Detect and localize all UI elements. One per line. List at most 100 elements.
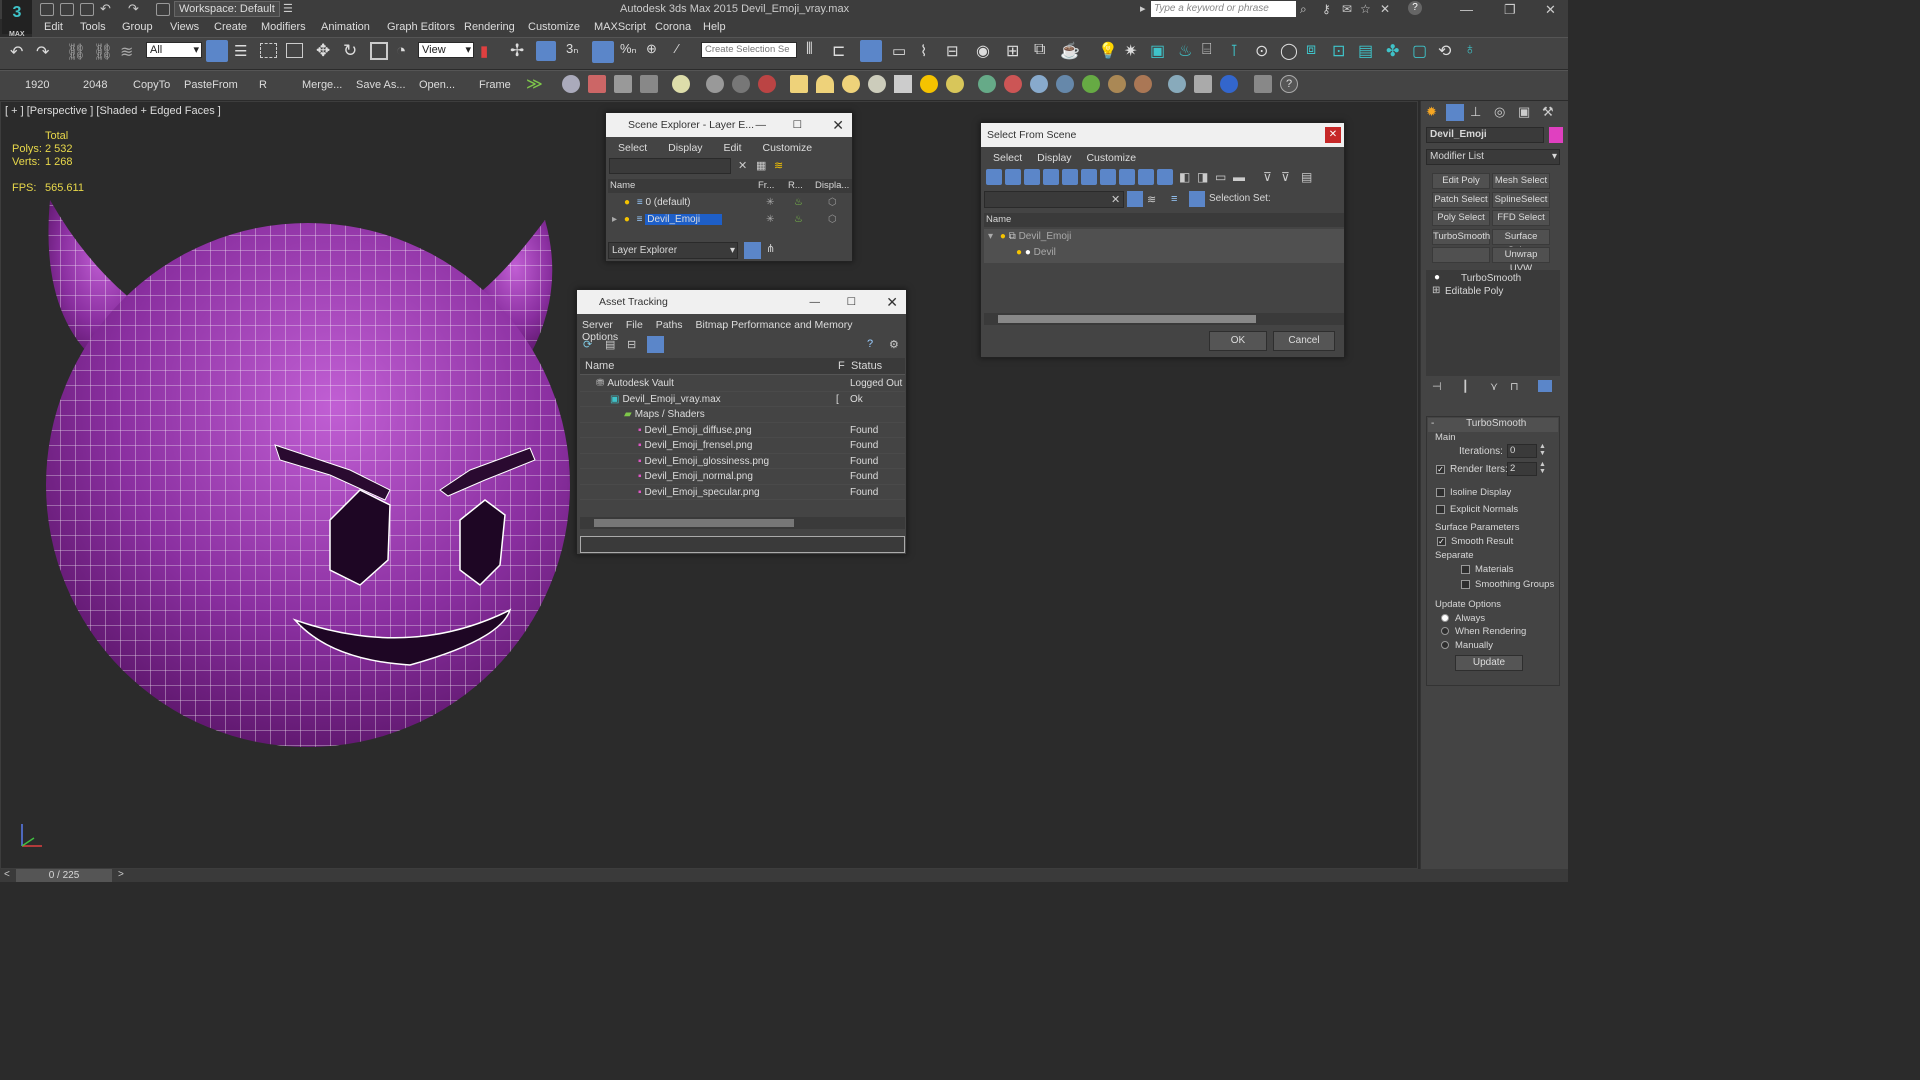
- binoculars-icon[interactable]: ⌕: [1300, 2, 1307, 17]
- bones-filter-icon[interactable]: [1138, 169, 1154, 185]
- mirror-icon[interactable]: ⫴: [806, 41, 813, 59]
- ffd-select-button[interactable]: FFD Select: [1492, 210, 1550, 226]
- new-file-icon[interactable]: [40, 3, 54, 16]
- close-icon[interactable]: ✕: [1325, 127, 1341, 143]
- settings-icon[interactable]: [1194, 75, 1212, 93]
- stack-item-turbosmooth[interactable]: TurboSmooth: [1461, 273, 1521, 284]
- light-bulb-icon[interactable]: ●: [624, 197, 630, 208]
- exchange-icon[interactable]: ✕: [1380, 2, 1390, 16]
- asset-row[interactable]: ▪ Devil_Emoji_normal.png Found: [580, 469, 905, 485]
- subscription-icon[interactable]: ✉: [1342, 2, 1352, 16]
- scene-explorer-search[interactable]: [609, 158, 731, 174]
- lights-filter-icon[interactable]: [1024, 169, 1040, 185]
- teapot-icon[interactable]: [562, 75, 580, 93]
- col-f[interactable]: F: [838, 360, 845, 372]
- favorites-icon[interactable]: ☆: [1360, 2, 1371, 16]
- asset-tracking-window[interactable]: Asset Tracking — ☐ ✕ Server File Paths B…: [576, 289, 907, 555]
- layer-explorer-toggle-icon[interactable]: [860, 40, 882, 62]
- menu-rendering[interactable]: Rendering: [464, 21, 515, 33]
- menu-group[interactable]: Group: [122, 21, 153, 33]
- render-iters-spinner[interactable]: 2: [1507, 462, 1537, 476]
- menu-animation[interactable]: Animation: [321, 21, 370, 33]
- hidden-objects-icon[interactable]: ◨: [1197, 170, 1208, 184]
- spline-select-button[interactable]: SplineSelect: [1492, 192, 1550, 208]
- display-box-icon[interactable]: ⬡: [828, 195, 837, 211]
- rendered-frame-window-icon[interactable]: ⧉: [1034, 41, 1045, 59]
- project-folder-icon[interactable]: [156, 3, 170, 16]
- light-bulb-icon[interactable]: ●: [1016, 247, 1022, 258]
- menu-file[interactable]: File: [626, 319, 643, 331]
- menu-display[interactable]: Display: [668, 142, 702, 154]
- save-as-button[interactable]: Save As...: [356, 79, 406, 91]
- menu-display[interactable]: Display: [1037, 152, 1071, 164]
- sphere-icon[interactable]: [842, 75, 860, 93]
- create-tab-icon[interactable]: ✹: [1426, 104, 1437, 120]
- curve-editor-icon[interactable]: ⌇: [920, 42, 927, 60]
- asset-row[interactable]: ▪ Devil_Emoji_frensel.png Found: [580, 438, 905, 454]
- close-icon[interactable]: ✕: [886, 290, 898, 314]
- smoothing-groups-checkbox[interactable]: Smoothing Groups: [1461, 579, 1554, 590]
- menu-help[interactable]: Help: [703, 21, 726, 33]
- app-logo[interactable]: 3 MAX: [2, 0, 32, 38]
- motion-tab-icon[interactable]: ◎: [1494, 104, 1505, 120]
- ok-button[interactable]: OK: [1209, 331, 1267, 351]
- asset-row[interactable]: ▪ Devil_Emoji_glossiness.png Found: [580, 454, 905, 469]
- workspace-dropdown[interactable]: Workspace: Default ▾: [174, 1, 280, 29]
- update-button[interactable]: Update: [1455, 655, 1523, 671]
- minimize-icon[interactable]: —: [810, 290, 821, 314]
- shapes-filter-icon[interactable]: [1005, 169, 1021, 185]
- vray-material-icon[interactable]: ◯: [1280, 41, 1298, 61]
- find-input[interactable]: [984, 191, 1124, 208]
- object-color-swatch[interactable]: [1549, 127, 1563, 143]
- vray-render-region-icon[interactable]: ▢: [1412, 41, 1427, 61]
- render-icon[interactable]: [588, 75, 606, 93]
- turbosmooth-rollout-header[interactable]: - TurboSmooth: [1428, 418, 1558, 432]
- schematic-view-icon[interactable]: ⊟: [946, 42, 959, 60]
- time-slider-thumb[interactable]: 0 / 225: [16, 869, 112, 882]
- render-teapot-icon[interactable]: ♨: [794, 212, 803, 228]
- display-tab-icon[interactable]: ▣: [1518, 104, 1530, 120]
- selection-filter-dropdown[interactable]: All ▾: [146, 42, 202, 58]
- explicit-normals-checkbox[interactable]: Explicit Normals: [1436, 504, 1518, 515]
- cone-icon[interactable]: [894, 75, 912, 93]
- copy-to-button[interactable]: CopyTo: [133, 79, 170, 91]
- col-display[interactable]: Displa...: [815, 180, 849, 191]
- col-name[interactable]: Name: [986, 214, 1011, 225]
- menu-customize[interactable]: Customize: [528, 21, 580, 33]
- isoline-display-checkbox[interactable]: Isoline Display: [1436, 487, 1511, 498]
- light-bulb-icon[interactable]: 💡: [1098, 41, 1118, 61]
- move-icon[interactable]: ✥: [316, 41, 330, 61]
- asset-row[interactable]: ▰ Maps / Shaders: [580, 407, 905, 423]
- box-icon[interactable]: [790, 75, 808, 93]
- scene-tree-item-devil-emoji[interactable]: ▾ ● ⧉ Devil_Emoji: [984, 229, 1344, 245]
- minimize-icon[interactable]: —: [756, 113, 767, 137]
- asset-row[interactable]: ⛃ Autodesk Vault Logged Out: [580, 376, 905, 392]
- groups-filter-icon[interactable]: [1100, 169, 1116, 185]
- expand-icon[interactable]: ⊞: [1432, 285, 1440, 296]
- export-icon[interactable]: [1254, 75, 1272, 93]
- menu-select[interactable]: Select: [618, 142, 647, 154]
- vray-light-lister-icon[interactable]: ♁: [1464, 41, 1476, 59]
- rotate-icon[interactable]: ↻: [343, 41, 357, 61]
- window-crossing-icon[interactable]: [286, 43, 303, 58]
- place-icon[interactable]: ◔: [396, 41, 406, 61]
- edit-poly-button[interactable]: Edit Poly: [1432, 173, 1490, 189]
- dome-icon[interactable]: [816, 75, 834, 93]
- cameras-filter-icon[interactable]: [1043, 169, 1059, 185]
- expand-icon[interactable]: ▸: [612, 214, 617, 225]
- light-bulb-icon[interactable]: ●: [1434, 272, 1440, 283]
- refresh-icon[interactable]: ⟳: [583, 338, 592, 351]
- menu-views[interactable]: Views: [170, 21, 199, 33]
- display-none-icon[interactable]: ▬: [1233, 170, 1245, 184]
- restore-button[interactable]: ❐: [1504, 2, 1516, 18]
- patch-select-button[interactable]: Patch Select: [1432, 192, 1490, 208]
- vray-plane-icon[interactable]: ⊺: [1230, 41, 1238, 61]
- menu-edit[interactable]: Edit: [723, 142, 741, 154]
- paste-from-button[interactable]: PasteFrom: [184, 79, 238, 91]
- layers-icon[interactable]: ≡: [1171, 193, 1177, 205]
- minimize-button[interactable]: —: [1460, 2, 1473, 17]
- render-iters-spinner-arrows[interactable]: ▲ ▼: [1539, 461, 1546, 475]
- configure-modifier-sets-icon[interactable]: [1538, 380, 1552, 392]
- redo-icon[interactable]: ↷: [128, 1, 139, 17]
- vray-camera-icon[interactable]: ▣: [1150, 41, 1165, 61]
